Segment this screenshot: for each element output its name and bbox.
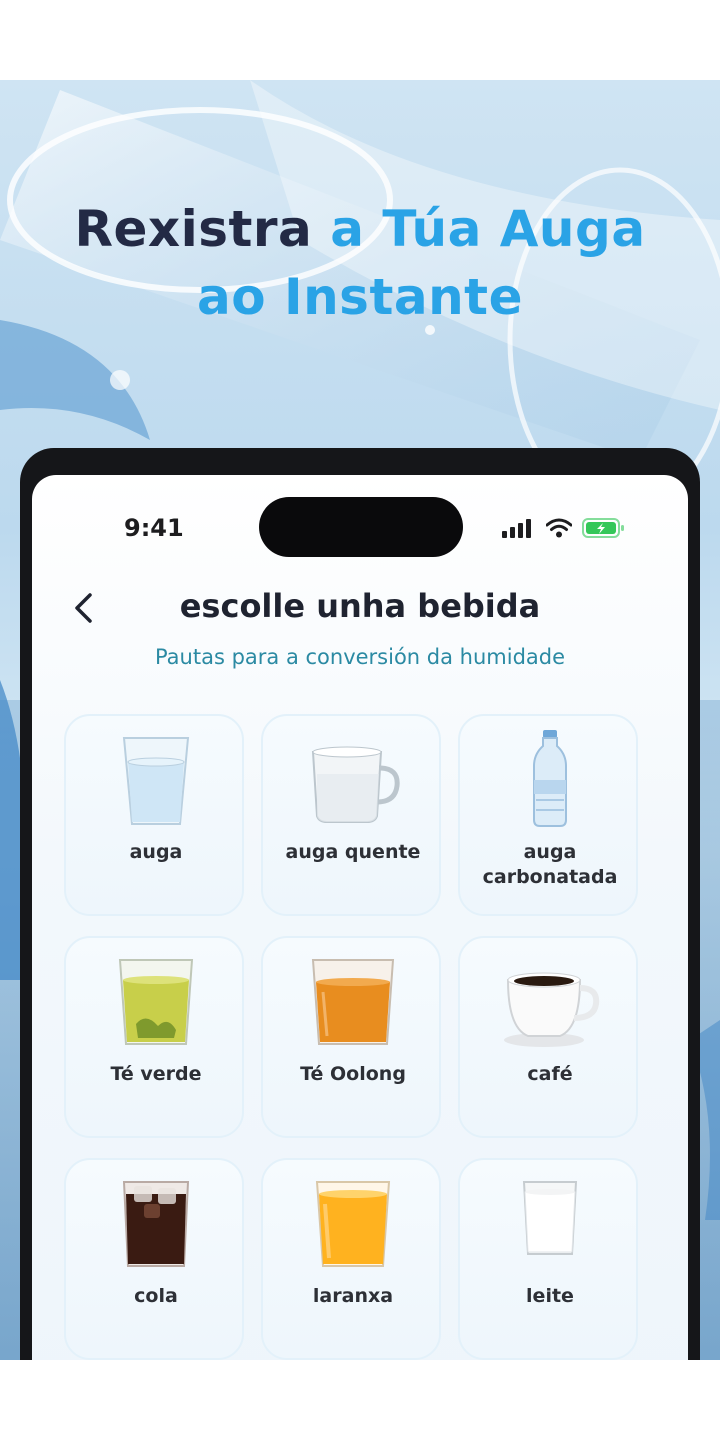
status-time: 9:41 xyxy=(124,514,184,542)
battery-charging-icon xyxy=(582,518,624,538)
green-tea-glass-icon xyxy=(118,959,194,1045)
drink-card-leite[interactable]: leite xyxy=(458,1158,638,1360)
page-title: escolle unha bebida xyxy=(179,587,541,625)
drink-label: auga carbonatada xyxy=(482,841,618,888)
drink-label: Té Oolong xyxy=(300,1063,406,1085)
drink-label: laranxa xyxy=(312,1285,394,1307)
drink-label: cola xyxy=(134,1285,178,1307)
oolong-tea-glass-icon xyxy=(311,959,395,1045)
headline-blue-text: a Túa Auga xyxy=(330,200,646,258)
phone-frame: 9:41 escolle unha bebida Pautas para a c… xyxy=(20,448,700,1360)
signal-icon xyxy=(502,519,531,538)
status-icons xyxy=(502,517,626,539)
drink-label: auga quente xyxy=(285,841,421,863)
drink-card-cola[interactable]: cola xyxy=(64,1158,244,1360)
cola-glass-icon xyxy=(122,1181,190,1267)
drink-card-auga-quente[interactable]: auga quente xyxy=(261,714,441,916)
dynamic-island xyxy=(259,497,463,557)
headline-dark-text: Rexistra xyxy=(74,200,313,258)
wifi-icon xyxy=(546,518,572,538)
coffee-cup-icon xyxy=(504,972,600,1047)
glass-mug-icon xyxy=(311,746,400,823)
water-glass-icon xyxy=(122,737,190,825)
milk-glass-icon xyxy=(522,1181,578,1255)
drink-label: leite xyxy=(526,1285,574,1307)
drink-card-laranxa[interactable]: laranxa xyxy=(261,1158,441,1360)
water-bottle-icon xyxy=(533,730,567,827)
headline-blue-text-line2: ao Instante xyxy=(196,268,523,326)
drink-card-te-verde[interactable]: Té verde xyxy=(64,936,244,1138)
drink-card-cafe[interactable]: café xyxy=(458,936,638,1138)
drink-label: Té verde xyxy=(110,1063,202,1085)
promo-banner: Rexistra a Túa Auga ao Instante 9:41 esc… xyxy=(0,80,720,1360)
drink-card-te-oolong[interactable]: Té Oolong xyxy=(261,936,441,1138)
hydration-guidelines-link[interactable]: Pautas para a conversión da humidade xyxy=(32,645,688,669)
drink-card-auga-carbonatada[interactable]: auga carbonatada xyxy=(458,714,638,916)
drink-label: café xyxy=(527,1063,573,1085)
drink-label: auga xyxy=(129,841,183,863)
orange-juice-glass-icon xyxy=(315,1181,391,1267)
drink-card-auga[interactable]: auga xyxy=(64,714,244,916)
promo-headline: Rexistra a Túa Auga ao Instante xyxy=(0,195,720,331)
phone-screen: 9:41 escolle unha bebida Pautas para a c… xyxy=(32,475,688,1360)
